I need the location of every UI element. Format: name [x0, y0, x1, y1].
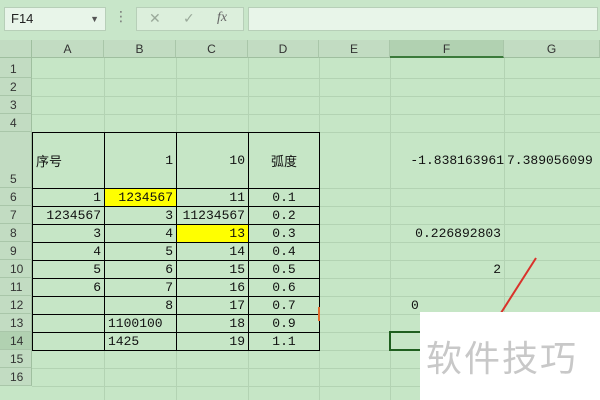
- gridline-horizontal: [32, 78, 600, 79]
- cell-a9[interactable]: 4: [33, 243, 104, 260]
- column-header-c[interactable]: C: [176, 40, 248, 58]
- cell-f5[interactable]: -1.838163961: [391, 133, 504, 188]
- table-border-horizontal: [32, 296, 320, 297]
- cell-d5[interactable]: 弧度: [249, 133, 319, 188]
- cell-c7[interactable]: 11234567: [177, 207, 248, 224]
- cell-b12[interactable]: 8: [105, 297, 176, 314]
- cell-b10[interactable]: 6: [105, 261, 176, 278]
- row-header-15[interactable]: 15: [0, 350, 32, 368]
- cell-d14[interactable]: 1.1: [249, 333, 319, 350]
- row-header-2[interactable]: 2: [0, 78, 32, 96]
- formula-bar: F14 ▼ ⋮ ✕ ✓ fx: [0, 0, 600, 40]
- cell-c11[interactable]: 16: [177, 279, 248, 296]
- chevron-down-icon[interactable]: ▼: [90, 8, 99, 30]
- enter-icon[interactable]: ✓: [183, 10, 195, 27]
- insert-function-icon[interactable]: fx: [217, 10, 227, 26]
- name-box[interactable]: F14 ▼: [4, 7, 106, 31]
- column-header-g[interactable]: G: [504, 40, 600, 58]
- table-border-horizontal: [32, 242, 320, 243]
- cell-b6[interactable]: 1234567: [105, 189, 176, 206]
- row-header-12[interactable]: 12: [0, 296, 32, 314]
- select-all-corner[interactable]: [0, 40, 32, 58]
- table-border-horizontal: [32, 224, 320, 225]
- watermark-text: 软件技巧: [426, 339, 579, 380]
- table-border-horizontal: [32, 278, 320, 279]
- table-border-horizontal: [32, 188, 320, 189]
- cell-d13[interactable]: 0.9: [249, 315, 319, 332]
- name-box-value: F14: [11, 11, 34, 26]
- table-border-horizontal: [32, 314, 320, 315]
- cell-a5[interactable]: 序号: [33, 133, 104, 188]
- row-header-3[interactable]: 3: [0, 96, 32, 114]
- column-header-d[interactable]: D: [248, 40, 319, 58]
- cell-b7[interactable]: 3: [105, 207, 176, 224]
- cell-a8[interactable]: 3: [33, 225, 104, 242]
- cell-c10[interactable]: 15: [177, 261, 248, 278]
- cancel-icon[interactable]: ✕: [149, 10, 161, 27]
- table-border-horizontal: [32, 206, 320, 207]
- cell-c9[interactable]: 14: [177, 243, 248, 260]
- table-border-horizontal: [32, 132, 320, 133]
- more-icon: ⋮: [114, 8, 128, 24]
- cell-a10[interactable]: 5: [33, 261, 104, 278]
- row-header-4[interactable]: 4: [0, 114, 32, 132]
- cell-d11[interactable]: 0.6: [249, 279, 319, 296]
- watermark-overlay: 软件技巧: [420, 312, 600, 400]
- orange-tick-mark: [318, 307, 320, 321]
- cell-f10[interactable]: 2: [391, 261, 504, 278]
- cell-b13[interactable]: 1100100: [105, 315, 176, 332]
- cell-a11[interactable]: 6: [33, 279, 104, 296]
- cell-c6[interactable]: 11: [177, 189, 248, 206]
- cell-b5[interactable]: 1: [105, 133, 176, 188]
- formula-input[interactable]: [248, 7, 598, 31]
- cell-b11[interactable]: 7: [105, 279, 176, 296]
- column-header-a[interactable]: A: [32, 40, 104, 58]
- cell-c5[interactable]: 10: [177, 133, 248, 188]
- cell-d6[interactable]: 0.1: [249, 189, 319, 206]
- table-border-horizontal: [32, 350, 320, 351]
- row-header-6[interactable]: 6: [0, 188, 32, 206]
- cell-b14[interactable]: 1425: [105, 333, 176, 350]
- row-header-8[interactable]: 8: [0, 224, 32, 242]
- row-header-1[interactable]: 1: [0, 58, 32, 78]
- row-header-10[interactable]: 10: [0, 260, 32, 278]
- cell-d7[interactable]: 0.2: [249, 207, 319, 224]
- row-header-5[interactable]: 5: [0, 132, 32, 188]
- cell-b9[interactable]: 5: [105, 243, 176, 260]
- cell-d9[interactable]: 0.4: [249, 243, 319, 260]
- cell-d8[interactable]: 0.3: [249, 225, 319, 242]
- gridline-horizontal: [32, 114, 600, 115]
- cell-f8[interactable]: 0.226892803: [391, 225, 504, 242]
- table-border-horizontal: [32, 332, 320, 333]
- cell-b8[interactable]: 4: [105, 225, 176, 242]
- row-header-16[interactable]: 16: [0, 368, 32, 386]
- cell-a7[interactable]: 1234567: [33, 207, 104, 224]
- cell-c13[interactable]: 18: [177, 315, 248, 332]
- cell-c14[interactable]: 19: [177, 333, 248, 350]
- cell-d12[interactable]: 0.7: [249, 297, 319, 314]
- row-header-13[interactable]: 13: [0, 314, 32, 332]
- row-header-9[interactable]: 9: [0, 242, 32, 260]
- cell-g5[interactable]: 7.389056099: [505, 133, 600, 188]
- cell-c12[interactable]: 17: [177, 297, 248, 314]
- column-header-b[interactable]: B: [104, 40, 176, 58]
- formula-buttons: ✕ ✓ fx: [136, 7, 244, 31]
- gridline-horizontal: [32, 96, 600, 97]
- row-header-11[interactable]: 11: [0, 278, 32, 296]
- row-header-7[interactable]: 7: [0, 206, 32, 224]
- column-header-e[interactable]: E: [319, 40, 390, 58]
- cell-d10[interactable]: 0.5: [249, 261, 319, 278]
- cell-c8[interactable]: 13: [177, 225, 248, 242]
- row-header-14[interactable]: 14: [0, 332, 32, 350]
- cell-a6[interactable]: 1: [33, 189, 104, 206]
- table-border-horizontal: [32, 260, 320, 261]
- column-header-f[interactable]: F: [390, 40, 504, 58]
